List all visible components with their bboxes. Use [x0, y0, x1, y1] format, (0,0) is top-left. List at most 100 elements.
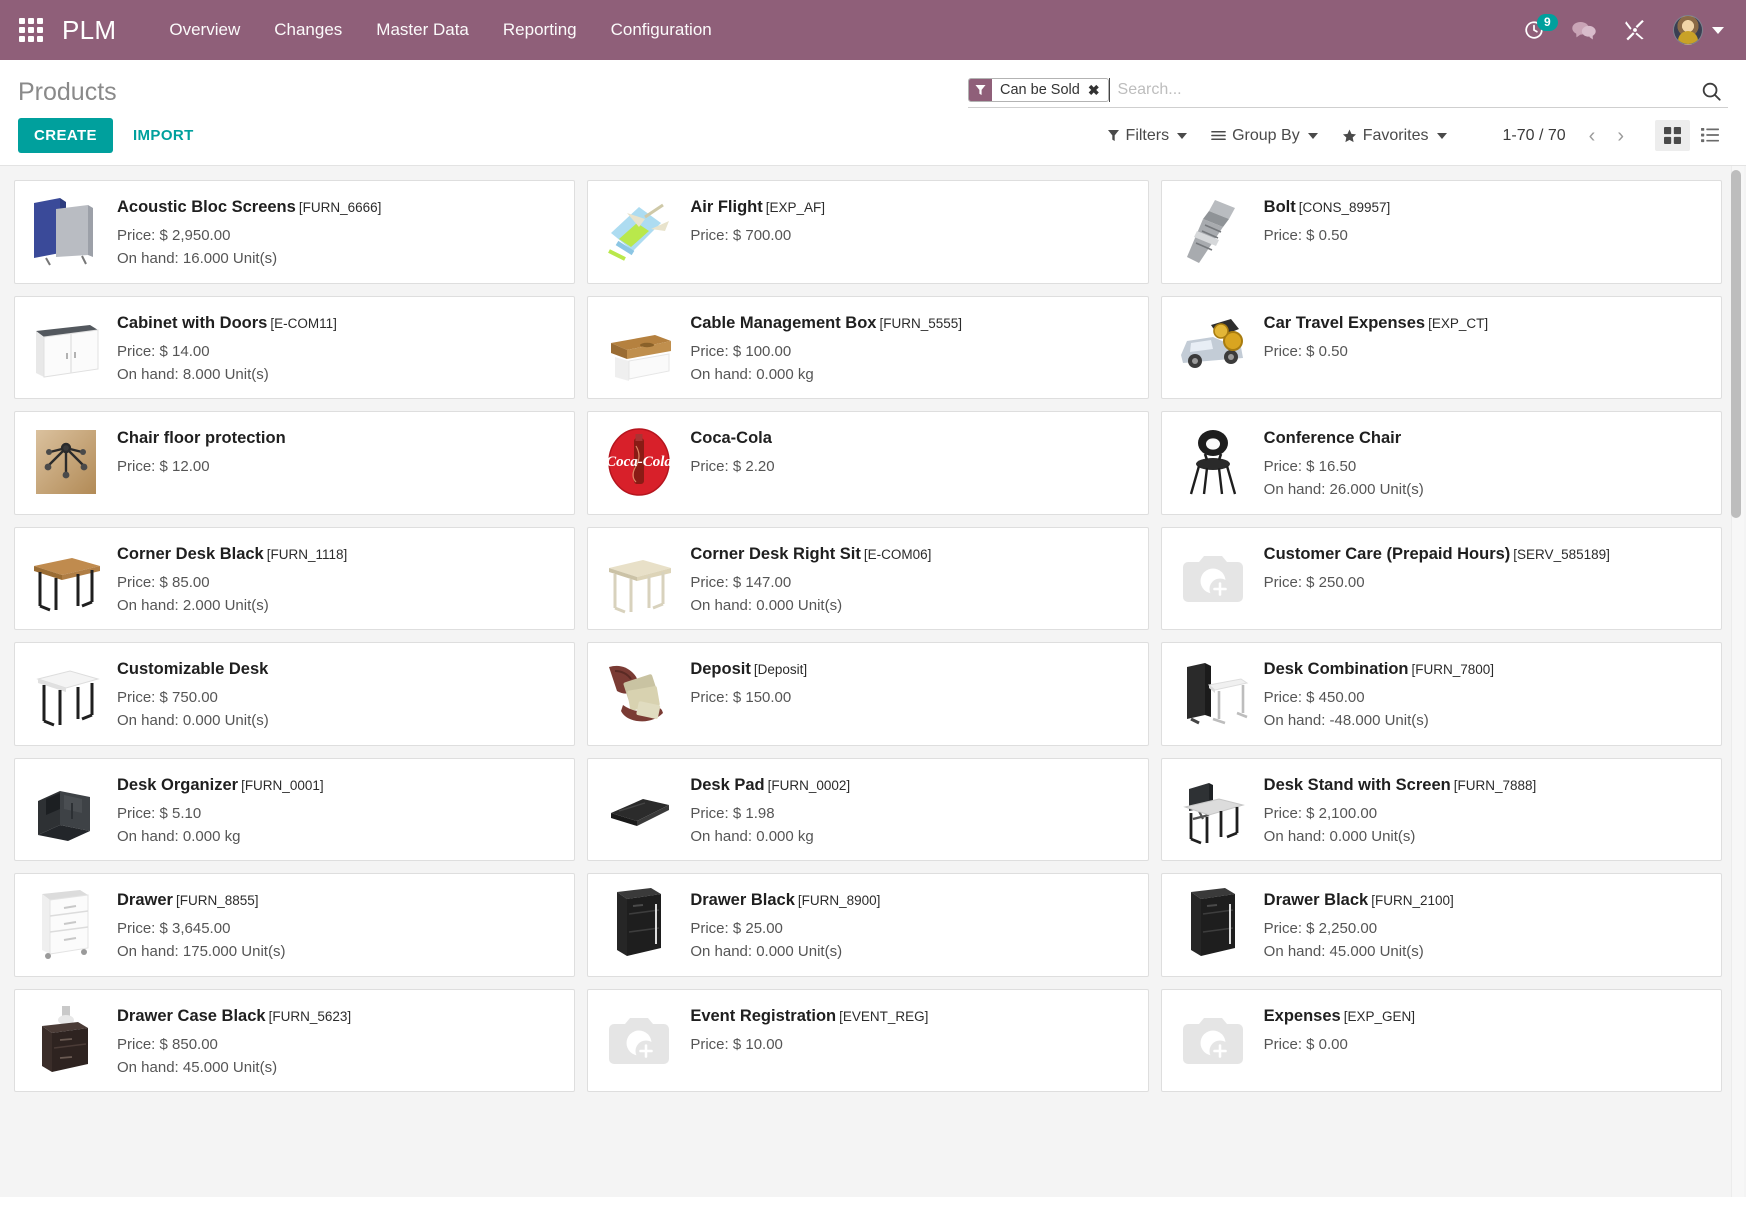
product-price: Price: $ 147.00 — [690, 571, 1135, 594]
product-card[interactable]: Cable Management Box[FURN_5555]Price: $ … — [587, 296, 1148, 400]
product-price: Price: $ 450.00 — [1264, 686, 1709, 709]
product-card[interactable]: Acoustic Bloc Screens[FURN_6666] Price: $… — [14, 180, 575, 284]
scrollbar-thumb[interactable] — [1731, 170, 1741, 518]
view-switcher — [1655, 120, 1728, 151]
product-card[interactable]: Customer Care (Prepaid Hours)[SERV_58518… — [1161, 527, 1722, 631]
product-price: Price: $ 0.50 — [1264, 224, 1709, 247]
menu-item-changes[interactable]: Changes — [257, 12, 359, 48]
product-card[interactable]: Drawer Case Black[FURN_5623]Price: $ 850… — [14, 989, 575, 1093]
search-input[interactable] — [1109, 78, 1690, 102]
product-price: Price: $ 150.00 — [690, 686, 1135, 709]
apps-menu-button[interactable] — [0, 18, 62, 42]
product-card[interactable]: Corner Desk Right Sit[E-COM06]Price: $ 1… — [587, 527, 1148, 631]
product-card[interactable]: Bolt[CONS_89957]Price: $ 0.50 — [1161, 180, 1722, 284]
product-card[interactable]: Air Flight[EXP_AF]Price: $ 700.00 — [587, 180, 1148, 284]
product-card[interactable]: Chair floor protectionPrice: $ 12.00 — [14, 411, 575, 515]
close-icon[interactable]: ✖ — [1086, 79, 1108, 101]
product-card[interactable]: Coca-ColaCoca-ColaPrice: $ 2.20 — [587, 411, 1148, 515]
product-card[interactable]: Cabinet with Doors[E-COM11]Price: $ 14.0… — [14, 296, 575, 400]
product-card[interactable]: Desk Organizer[FURN_0001]Price: $ 5.10On… — [14, 758, 575, 862]
product-card[interactable]: Customizable DeskPrice: $ 750.00On hand:… — [14, 642, 575, 746]
menu-item-reporting[interactable]: Reporting — [486, 12, 594, 48]
product-reference-code: [FURN_8855] — [176, 893, 259, 908]
product-card[interactable]: Drawer[FURN_8855]Price: $ 3,645.00On han… — [14, 873, 575, 977]
product-reference-code: [EXP_GEN] — [1344, 1009, 1415, 1024]
filters-dropdown[interactable]: Filters — [1095, 123, 1200, 149]
search-submit-button[interactable] — [1690, 80, 1728, 102]
product-reference-code: [FURN_6666] — [299, 200, 382, 215]
search-facet-can-be-sold[interactable]: Can be Sold ✖ — [968, 78, 1109, 102]
search-facet-label: Can be Sold — [992, 79, 1086, 101]
product-title-line: Desk Stand with Screen[FURN_7888] — [1264, 775, 1709, 796]
avatar — [1673, 15, 1703, 45]
product-image-placeholder-icon — [598, 1002, 680, 1078]
product-image — [1172, 655, 1254, 731]
app-brand-plm[interactable]: PLM — [62, 15, 116, 46]
messaging-menu-button[interactable] — [1571, 19, 1597, 41]
product-price: Price: $ 850.00 — [117, 1033, 562, 1056]
product-image — [25, 886, 107, 962]
menu-item-master-data[interactable]: Master Data — [359, 12, 486, 48]
pager-previous-button[interactable]: ‹ — [1580, 124, 1605, 148]
product-title-line: Car Travel Expenses[EXP_CT] — [1264, 313, 1709, 334]
menu-item-configuration[interactable]: Configuration — [594, 12, 729, 48]
product-name: Deposit — [690, 660, 751, 678]
pager-next-button[interactable]: › — [1608, 124, 1633, 148]
product-name: Cable Management Box — [690, 314, 876, 332]
product-name: Desk Organizer — [117, 776, 238, 794]
product-reference-code: [EVENT_REG] — [839, 1009, 928, 1024]
product-card-body: Air Flight[EXP_AF]Price: $ 700.00 — [690, 193, 1135, 247]
product-card[interactable]: Expenses[EXP_GEN]Price: $ 0.00 — [1161, 989, 1722, 1093]
product-reference-code: [FURN_2100] — [1371, 893, 1454, 908]
product-title-line: Corner Desk Black[FURN_1118] — [117, 544, 562, 565]
vertical-scrollbar[interactable] — [1731, 166, 1744, 1197]
product-card-body: Desk Combination[FURN_7800]Price: $ 450.… — [1264, 655, 1709, 733]
product-card[interactable]: Conference Chair Price: $ 16.50On hand: 2… — [1161, 411, 1722, 515]
product-card[interactable]: Event Registration[EVENT_REG]Price: $ 10… — [587, 989, 1148, 1093]
product-name: Conference Chair — [1264, 429, 1402, 447]
product-image — [1172, 193, 1254, 269]
product-title-line: Customer Care (Prepaid Hours)[SERV_58518… — [1264, 544, 1709, 565]
product-card[interactable]: Desk Combination[FURN_7800]Price: $ 450.… — [1161, 642, 1722, 746]
product-title-line: Drawer[FURN_8855] — [117, 890, 562, 911]
product-card[interactable]: Drawer Black[FURN_8900]Price: $ 25.00On … — [587, 873, 1148, 977]
product-card[interactable]: Drawer Black[FURN_2100]Price: $ 2,250.00… — [1161, 873, 1722, 977]
activity-counter-badge: 9 — [1537, 14, 1558, 31]
product-title-line: Acoustic Bloc Screens[FURN_6666] — [117, 197, 562, 218]
kanban-grid: Acoustic Bloc Screens[FURN_6666] Price: $… — [0, 166, 1746, 1106]
list-view-button[interactable] — [1692, 120, 1728, 151]
menu-item-overview[interactable]: Overview — [152, 12, 257, 48]
product-reference-code: [EXP_CT] — [1428, 316, 1488, 331]
product-title-line: Coca-Cola — [690, 428, 1135, 449]
activity-menu-button[interactable]: 9 — [1523, 19, 1545, 41]
import-button[interactable]: IMPORT — [119, 118, 208, 153]
product-image — [1172, 424, 1254, 500]
groupby-dropdown[interactable]: Group By — [1199, 123, 1330, 149]
product-name: Desk Combination — [1264, 660, 1409, 678]
product-on-hand: On hand: 26.000 Unit(s) — [1264, 478, 1709, 501]
product-title-line: Desk Pad[FURN_0002] — [690, 775, 1135, 796]
chevron-down-icon — [1712, 27, 1724, 34]
product-card[interactable]: Car Travel Expenses[EXP_CT]Price: $ 0.50 — [1161, 296, 1722, 400]
favorites-dropdown[interactable]: Favorites — [1330, 123, 1459, 149]
product-reference-code: [FURN_7888] — [1454, 778, 1537, 793]
product-card[interactable]: Deposit[Deposit]Price: $ 150.00 — [587, 642, 1148, 746]
product-price: Price: $ 85.00 — [117, 571, 562, 594]
debug-tools-button[interactable] — [1623, 18, 1647, 42]
product-card[interactable]: Corner Desk Black[FURN_1118] Price: $ 85.… — [14, 527, 575, 631]
product-card[interactable]: Desk Stand with Screen[FURN_7888]Price: … — [1161, 758, 1722, 862]
product-title-line: Desk Organizer[FURN_0001] — [117, 775, 562, 796]
product-name: Acoustic Bloc Screens — [117, 198, 296, 216]
product-card[interactable]: Desk Pad[FURN_0002]Price: $ 1.98On hand:… — [587, 758, 1148, 862]
product-card-body: Drawer[FURN_8855]Price: $ 3,645.00On han… — [117, 886, 562, 964]
product-price: Price: $ 1.98 — [690, 802, 1135, 825]
product-price: Price: $ 2,950.00 — [117, 224, 562, 247]
kanban-view-button[interactable] — [1655, 120, 1690, 151]
product-image — [25, 1002, 107, 1078]
pager-value: 1-70 / 70 — [1503, 127, 1566, 145]
product-price: Price: $ 16.50 — [1264, 455, 1709, 478]
user-menu-button[interactable] — [1673, 15, 1724, 45]
product-on-hand: On hand: 0.000 Unit(s) — [690, 940, 1135, 963]
create-button[interactable]: CREATE — [18, 118, 113, 153]
product-name: Drawer Black — [1264, 891, 1369, 909]
